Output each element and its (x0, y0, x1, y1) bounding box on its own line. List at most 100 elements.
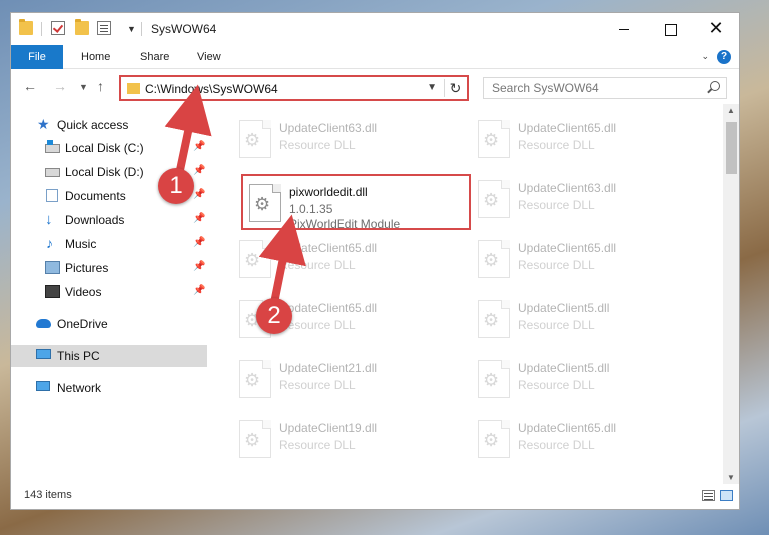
pin-icon[interactable]: 📌 (193, 213, 205, 224)
file-type: Resource DLL (518, 318, 595, 332)
pin-icon[interactable]: 📌 (193, 141, 205, 152)
close-button[interactable]: ✕ (693, 13, 739, 45)
file-type: Resource DLL (518, 258, 595, 272)
tab-share[interactable]: Share (140, 45, 169, 69)
ribbon-tabs: File Home Share View ⌄ ? (11, 45, 739, 69)
customize-icon[interactable] (97, 21, 111, 35)
tab-view[interactable]: View (197, 45, 221, 69)
sidebar-item-local-disk-c[interactable]: Local Disk (C:) 📌 (11, 137, 207, 159)
dll-file-icon (249, 184, 281, 222)
file-tile[interactable]: UpdateClient5.dll Resource DLL (472, 292, 702, 348)
item-count: 143 items (24, 489, 72, 501)
sidebar-item-network[interactable]: Network (11, 377, 207, 399)
music-icon: ♪ (46, 235, 53, 251)
pin-icon[interactable]: 📌 (193, 165, 205, 176)
dll-file-icon (239, 120, 271, 158)
videos-icon (45, 285, 60, 298)
file-tile[interactable]: UpdateClient65.dll Resource DLL (472, 112, 702, 168)
file-name: UpdateClient5.dll (518, 361, 610, 375)
file-tile[interactable]: UpdateClient63.dll Resource DLL (233, 112, 463, 168)
minimize-button[interactable] (601, 13, 647, 45)
file-name: pixworldedit.dll (289, 185, 368, 199)
recent-locations-chevron-icon[interactable]: ▼ (79, 82, 88, 92)
properties-check-icon[interactable] (51, 21, 65, 35)
sidebar-item-onedrive[interactable]: OneDrive (11, 313, 207, 335)
sidebar-item-label: OneDrive (57, 317, 108, 331)
drive-icon (45, 140, 60, 153)
chevron-down-icon[interactable]: ▼ (127, 24, 136, 34)
dll-file-icon (478, 120, 510, 158)
pin-icon[interactable]: 📌 (193, 237, 205, 248)
sidebar-item-this-pc[interactable]: This PC (11, 345, 207, 367)
file-tile[interactable]: UpdateClient63.dll Resource DLL (472, 172, 702, 228)
drive-icon (45, 168, 60, 177)
folder-icon[interactable] (19, 19, 33, 35)
dll-file-icon (239, 240, 271, 278)
file-tile[interactable]: UpdateClient21.dll Resource DLL (233, 352, 463, 408)
new-folder-icon[interactable] (75, 19, 89, 35)
search-icon[interactable] (710, 81, 720, 91)
tab-file[interactable]: File (11, 45, 63, 69)
scroll-thumb[interactable] (726, 122, 737, 174)
pin-icon[interactable]: 📌 (193, 189, 205, 200)
file-version: 1.0.1.35 (289, 202, 333, 216)
sidebar-item-label: Videos (65, 285, 102, 299)
address-bar[interactable]: C:\Windows\SysWOW64 ▼ ↻ (119, 75, 469, 101)
tab-home[interactable]: Home (81, 45, 110, 69)
sidebar-item-label: Downloads (65, 213, 125, 227)
file-type: Resource DLL (518, 198, 595, 212)
file-tile-pixworldedit[interactable]: pixworldedit.dll 1.0.1.35 PixWorldEdit M… (241, 174, 471, 231)
large-icons-view-icon[interactable] (720, 490, 733, 501)
dll-file-icon (478, 180, 510, 218)
downloads-icon: ↓ (45, 211, 53, 228)
maximize-button[interactable] (647, 13, 693, 45)
file-type: Resource DLL (279, 138, 356, 152)
network-icon (36, 381, 50, 391)
navigation-pane: ★ Quick access Local Disk (C:) 📌 Local D… (11, 104, 207, 484)
file-tile[interactable]: UpdateClient65.dll Resource DLL (233, 232, 463, 288)
sidebar-item-label: Network (57, 381, 102, 395)
search-input[interactable]: Search SysWOW64 (483, 77, 727, 99)
help-icon[interactable]: ? (717, 50, 731, 64)
sidebar-item-pictures[interactable]: Pictures 📌 (11, 257, 207, 279)
sidebar-item-downloads[interactable]: ↓ Downloads 📌 (11, 209, 207, 231)
onedrive-icon (36, 319, 51, 328)
forward-arrow-icon[interactable]: → (53, 78, 67, 94)
pin-icon[interactable]: 📌 (193, 261, 205, 272)
divider (444, 79, 445, 97)
scroll-up-icon[interactable]: ▲ (727, 106, 735, 115)
dll-file-icon (478, 300, 510, 338)
file-tile[interactable]: UpdateClient65.dll Resource DLL (472, 412, 702, 468)
scroll-down-icon[interactable]: ▼ (727, 473, 735, 482)
file-name: UpdateClient65.dll (279, 241, 378, 255)
back-arrow-icon[interactable]: ← (23, 78, 37, 94)
details-view-icon[interactable] (702, 490, 715, 501)
sidebar-item-quick-access[interactable]: ★ Quick access (11, 114, 207, 136)
file-description: PixWorldEdit Module (289, 217, 401, 231)
dll-file-icon (478, 420, 510, 458)
file-type: Resource DLL (279, 258, 356, 272)
expand-ribbon-chevron-icon[interactable]: ⌄ (701, 51, 709, 62)
search-placeholder: Search SysWOW64 (492, 81, 599, 95)
up-arrow-icon[interactable]: ↑ (97, 78, 104, 94)
file-tile[interactable]: UpdateClient5.dll Resource DLL (472, 352, 702, 408)
file-name: UpdateClient5.dll (518, 301, 610, 315)
divider (41, 22, 42, 36)
file-name: UpdateClient65.dll (518, 421, 617, 435)
address-history-chevron-icon[interactable]: ▼ (427, 82, 437, 93)
pictures-icon (45, 261, 60, 274)
vertical-scrollbar[interactable]: ▲ ▼ (723, 104, 739, 484)
file-name: UpdateClient65.dll (279, 301, 378, 315)
sidebar-item-videos[interactable]: Videos 📌 (11, 281, 207, 303)
step-1-marker: 1 (158, 168, 194, 204)
refresh-icon[interactable]: ↻ (448, 80, 463, 96)
address-path[interactable]: C:\Windows\SysWOW64 (145, 82, 278, 96)
pin-icon[interactable]: 📌 (193, 285, 205, 296)
file-tile[interactable]: UpdateClient19.dll Resource DLL (233, 412, 463, 468)
file-type: Resource DLL (518, 378, 595, 392)
file-tile[interactable]: UpdateClient65.dll Resource DLL (472, 232, 702, 288)
documents-icon (46, 189, 58, 202)
step-2-marker: 2 (256, 298, 292, 334)
dll-file-icon (478, 240, 510, 278)
sidebar-item-music[interactable]: ♪ Music 📌 (11, 233, 207, 255)
